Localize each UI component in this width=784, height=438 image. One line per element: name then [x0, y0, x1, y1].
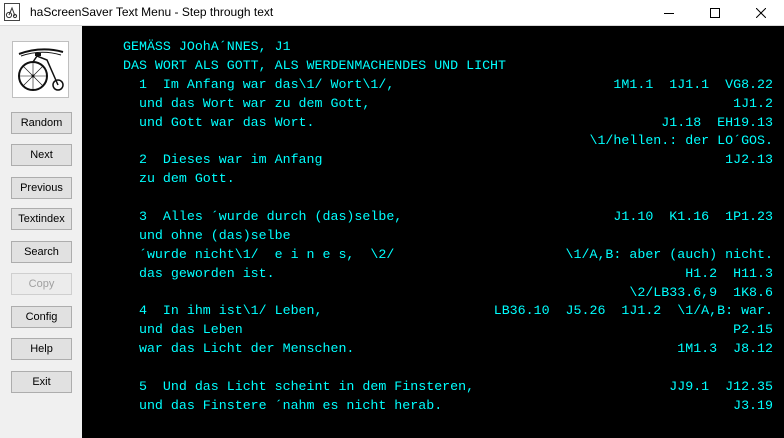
- text-line-main: 5 Und das Licht scheint in dem Finsteren…: [123, 379, 475, 395]
- minimize-button[interactable]: [646, 0, 692, 26]
- text-line: 4 In ihm ist\1/ Leben, LB36.10 J5.26 1J1.…: [123, 302, 773, 321]
- text-line-main: und ohne (das)selbe: [123, 227, 291, 243]
- text-line: [123, 189, 773, 208]
- text-line-reference: \1/hellen.: der LO´GOS.: [589, 133, 773, 149]
- text-line-main: zu dem Gott.: [123, 171, 235, 187]
- text-line: \1/hellen.: der LO´GOS.: [123, 132, 773, 151]
- text-line-main: und das Finstere ´nahm es nicht herab.: [123, 397, 443, 413]
- text-line-main: und das Leben: [123, 322, 243, 338]
- previous-button[interactable]: Previous: [11, 177, 72, 199]
- textindex-button[interactable]: Textindex: [11, 208, 72, 230]
- text-line-reference: \1/A,B: aber (auch) nicht.: [565, 246, 773, 262]
- text-line-reference: H1.2 H11.3: [685, 265, 773, 281]
- text-line-main: und Gott war das Wort.: [123, 114, 315, 130]
- text-line: DAS WORT ALS GOTT, ALS WERDENMACHENDES U…: [123, 57, 773, 76]
- app-icon[interactable]: [4, 3, 20, 21]
- text-line: das geworden ist. H1.2 H11.3: [123, 265, 773, 284]
- text-line-reference: JJ9.1 J12.35: [669, 379, 773, 395]
- text-line-main: war das Licht der Menschen.: [123, 341, 355, 357]
- text-line: \2/LB33.6,9 1K8.6: [123, 284, 773, 303]
- title-bar: haScreenSaver Text Menu - Step through t…: [0, 0, 784, 26]
- text-line-reference: 1J2.13: [725, 152, 773, 168]
- text-display: GEMÄSS JOohA´NNES, J1 DAS WORT ALS GOTT,…: [82, 26, 784, 438]
- text-line-main: 1 Im Anfang war das\1/ Wort\1/,: [123, 76, 395, 92]
- text-line-main: und das Wort war zu dem Gott,: [123, 95, 371, 111]
- text-line-reference: P2.15: [733, 322, 773, 338]
- text-line: und das Wort war zu dem Gott, 1J1.2: [123, 95, 773, 114]
- search-button[interactable]: Search: [11, 241, 72, 263]
- text-line-main: 4 In ihm ist\1/ Leben,: [123, 303, 323, 319]
- random-button[interactable]: Random: [11, 112, 72, 134]
- text-line-reference: J3.19: [733, 397, 773, 413]
- copy-button[interactable]: Copy: [11, 273, 72, 295]
- text-line-reference: 1J1.2: [733, 95, 773, 111]
- exit-button[interactable]: Exit: [11, 371, 72, 393]
- text-line: [123, 359, 773, 378]
- text-line: und Gott war das Wort. J1.18 EH19.13: [123, 114, 773, 133]
- penny-farthing-logo-icon: [12, 41, 69, 98]
- text-line: 2 Dieses war im Anfang 1J2.13: [123, 151, 773, 170]
- text-line: 3 Alles ´wurde durch (das)selbe, J1.10 K1…: [123, 208, 773, 227]
- text-line: und das Finstere ´nahm es nicht herab. J3…: [123, 397, 773, 416]
- text-line-main: DAS WORT ALS GOTT, ALS WERDENMACHENDES U…: [123, 57, 507, 73]
- text-line: 5 Und das Licht scheint in dem Finsteren…: [123, 378, 773, 397]
- text-line: war das Licht der Menschen. 1M1.3 J8.12: [123, 340, 773, 359]
- close-icon: [756, 8, 766, 18]
- text-line-reference: 1M1.1 1J1.1 VG8.22: [613, 76, 773, 92]
- next-button[interactable]: Next: [11, 144, 72, 166]
- text-line-main: 2 Dieses war im Anfang: [123, 152, 323, 168]
- window-title: haScreenSaver Text Menu - Step through t…: [30, 5, 274, 19]
- maximize-button[interactable]: [692, 0, 738, 26]
- text-line-reference: J1.10 K1.16 1P1.23: [613, 209, 773, 225]
- close-button[interactable]: [738, 0, 784, 26]
- text-line: und das Leben P2.15: [123, 321, 773, 340]
- text-line-reference: LB36.10 J5.26 1J1.2 \1/A,B: war.: [493, 303, 773, 319]
- text-line: und ohne (das)selbe: [123, 227, 773, 246]
- text-line-reference: J1.18 EH19.13: [661, 114, 773, 130]
- text-line-reference: \2/LB33.6,9 1K8.6: [629, 284, 773, 300]
- minimize-icon: [664, 13, 674, 14]
- text-line: GEMÄSS JOohA´NNES, J1: [123, 38, 773, 57]
- config-button[interactable]: Config: [11, 306, 72, 328]
- text-line-main: das geworden ist.: [123, 265, 275, 281]
- text-line-main: ´wurde nicht\1/ e i n e s, \2/: [123, 246, 395, 262]
- text-line-main: 3 Alles ´wurde durch (das)selbe,: [123, 209, 403, 225]
- text-body: GEMÄSS JOohA´NNES, J1 DAS WORT ALS GOTT,…: [123, 38, 773, 416]
- text-line-main: GEMÄSS JOohA´NNES, J1: [123, 39, 291, 54]
- text-line: ´wurde nicht\1/ e i n e s, \2/ \1/A,B: ab…: [123, 246, 773, 265]
- text-line-reference: 1M1.3 J8.12: [677, 341, 773, 357]
- sidebar: Random Next Previous Textindex Search Co…: [0, 26, 82, 438]
- maximize-icon: [710, 8, 720, 18]
- help-button[interactable]: Help: [11, 338, 72, 360]
- text-line: 1 Im Anfang war das\1/ Wort\1/, 1M1.1 1J1…: [123, 76, 773, 95]
- text-line: zu dem Gott.: [123, 170, 773, 189]
